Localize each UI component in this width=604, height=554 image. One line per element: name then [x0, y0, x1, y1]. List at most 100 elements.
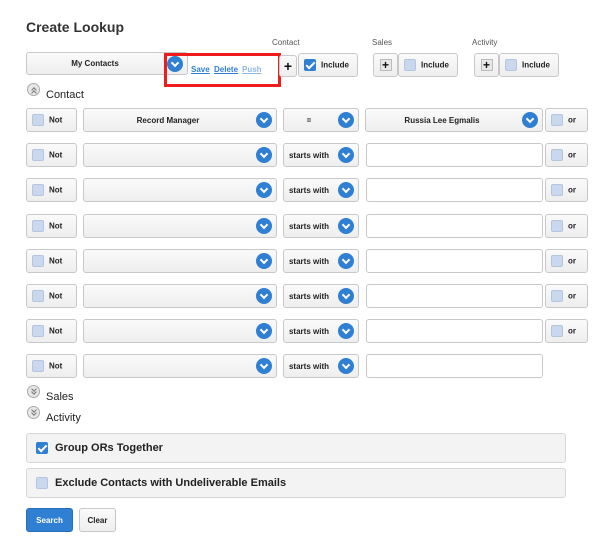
field-select[interactable]	[83, 143, 277, 167]
group-ors-checkbox[interactable]	[36, 442, 48, 454]
add-contact-button[interactable]: +	[279, 55, 297, 77]
or-checkbox[interactable]	[551, 220, 563, 232]
operator-select[interactable]: starts with	[283, 284, 359, 308]
value-input[interactable]	[366, 214, 543, 238]
or-toggle[interactable]: or	[545, 214, 588, 238]
not-checkbox[interactable]	[32, 360, 44, 372]
or-label: or	[568, 221, 576, 231]
or-toggle[interactable]: or	[545, 143, 588, 167]
not-label: Not	[49, 361, 63, 371]
or-toggle[interactable]: or	[545, 284, 588, 308]
or-checkbox[interactable]	[551, 114, 563, 126]
field-select[interactable]	[83, 214, 277, 238]
expand-activity-icon[interactable]	[27, 406, 40, 419]
field-select-value	[84, 215, 252, 237]
operator-select[interactable]: starts with	[283, 354, 359, 378]
include-contact-toggle[interactable]: Include	[298, 53, 358, 77]
operator-select-value: starts with	[288, 291, 329, 301]
not-toggle[interactable]: Not	[26, 143, 77, 167]
value-input[interactable]	[366, 319, 543, 343]
chevron-down-icon	[338, 358, 354, 374]
include-activity-toggle[interactable]: Include	[499, 53, 559, 77]
group-label-sales: Sales	[372, 38, 393, 47]
field-select[interactable]	[83, 319, 277, 343]
chevron-down-icon	[338, 147, 354, 163]
field-select-value	[84, 320, 252, 342]
or-toggle[interactable]: or	[545, 178, 588, 202]
save-link[interactable]: Save	[191, 65, 210, 74]
field-select[interactable]	[83, 284, 277, 308]
exclude-undeliverable-panel[interactable]: Exclude Contacts with Undeliverable Emai…	[26, 468, 566, 498]
field-select[interactable]	[83, 178, 277, 202]
not-checkbox[interactable]	[32, 220, 44, 232]
clear-button[interactable]: Clear	[79, 508, 116, 532]
add-sales-button[interactable]: +	[373, 53, 398, 77]
add-activity-button[interactable]: +	[474, 53, 499, 77]
chevron-down-icon	[256, 253, 272, 269]
not-label: Not	[49, 185, 63, 195]
not-checkbox[interactable]	[32, 325, 44, 337]
include-sales-checkbox[interactable]	[404, 59, 416, 71]
expand-sales-icon[interactable]	[27, 385, 40, 398]
not-checkbox[interactable]	[32, 114, 44, 126]
field-select[interactable]	[83, 249, 277, 273]
not-toggle[interactable]: Not	[26, 108, 77, 132]
field-select[interactable]: Record Manager	[83, 108, 277, 132]
not-toggle[interactable]: Not	[26, 249, 77, 273]
or-toggle[interactable]: or	[545, 249, 588, 273]
not-label: Not	[49, 256, 63, 266]
or-label: or	[568, 150, 576, 160]
or-checkbox[interactable]	[551, 290, 563, 302]
value-input[interactable]	[366, 249, 543, 273]
not-toggle[interactable]: Not	[26, 354, 77, 378]
not-checkbox[interactable]	[32, 184, 44, 196]
value-input[interactable]	[366, 178, 543, 202]
not-checkbox[interactable]	[32, 149, 44, 161]
value-input[interactable]	[366, 143, 543, 167]
operator-select[interactable]: starts with	[283, 319, 359, 343]
not-checkbox[interactable]	[32, 255, 44, 267]
or-checkbox[interactable]	[551, 255, 563, 267]
not-toggle[interactable]: Not	[26, 178, 77, 202]
or-toggle[interactable]: or	[545, 108, 588, 132]
push-link[interactable]: Push	[242, 65, 262, 74]
include-activity-checkbox[interactable]	[505, 59, 517, 71]
not-checkbox[interactable]	[32, 290, 44, 302]
or-label: or	[568, 291, 576, 301]
plus-icon: +	[379, 59, 392, 71]
or-checkbox[interactable]	[551, 325, 563, 337]
group-ors-panel[interactable]: Group ORs Together	[26, 433, 566, 463]
chevron-down-icon	[338, 182, 354, 198]
field-select[interactable]	[83, 354, 277, 378]
group-label-activity: Activity	[472, 38, 498, 47]
or-checkbox[interactable]	[551, 149, 563, 161]
value-select[interactable]: Russia Lee Egmalis	[365, 108, 543, 132]
chevron-down-icon	[256, 358, 272, 374]
chevron-down-icon	[256, 323, 272, 339]
not-toggle[interactable]: Not	[26, 284, 77, 308]
include-contact-checkbox[interactable]	[304, 59, 316, 71]
collapse-contact-icon[interactable]	[27, 83, 40, 96]
or-checkbox[interactable]	[551, 184, 563, 196]
not-label: Not	[49, 150, 63, 160]
or-toggle[interactable]: or	[545, 319, 588, 343]
operator-select[interactable]: starts with	[283, 249, 359, 273]
operator-select[interactable]: starts with	[283, 178, 359, 202]
chevron-down-icon	[338, 288, 354, 304]
not-toggle[interactable]: Not	[26, 214, 77, 238]
include-sales-toggle[interactable]: Include	[398, 53, 458, 77]
delete-link[interactable]: Delete	[214, 65, 238, 74]
exclude-undeliverable-checkbox[interactable]	[36, 477, 48, 489]
include-activity-label: Include	[522, 60, 551, 70]
chevron-down-icon	[256, 288, 272, 304]
value-input[interactable]	[366, 284, 543, 308]
include-sales-label: Include	[421, 60, 450, 70]
operator-select[interactable]: starts with	[283, 214, 359, 238]
operator-select-value: =	[306, 115, 312, 125]
not-toggle[interactable]: Not	[26, 319, 77, 343]
value-input[interactable]	[366, 354, 543, 378]
search-button[interactable]: Search	[26, 508, 73, 532]
operator-select[interactable]: =	[283, 108, 359, 132]
operator-select[interactable]: starts with	[283, 143, 359, 167]
group-ors-label: Group ORs Together	[55, 442, 163, 454]
